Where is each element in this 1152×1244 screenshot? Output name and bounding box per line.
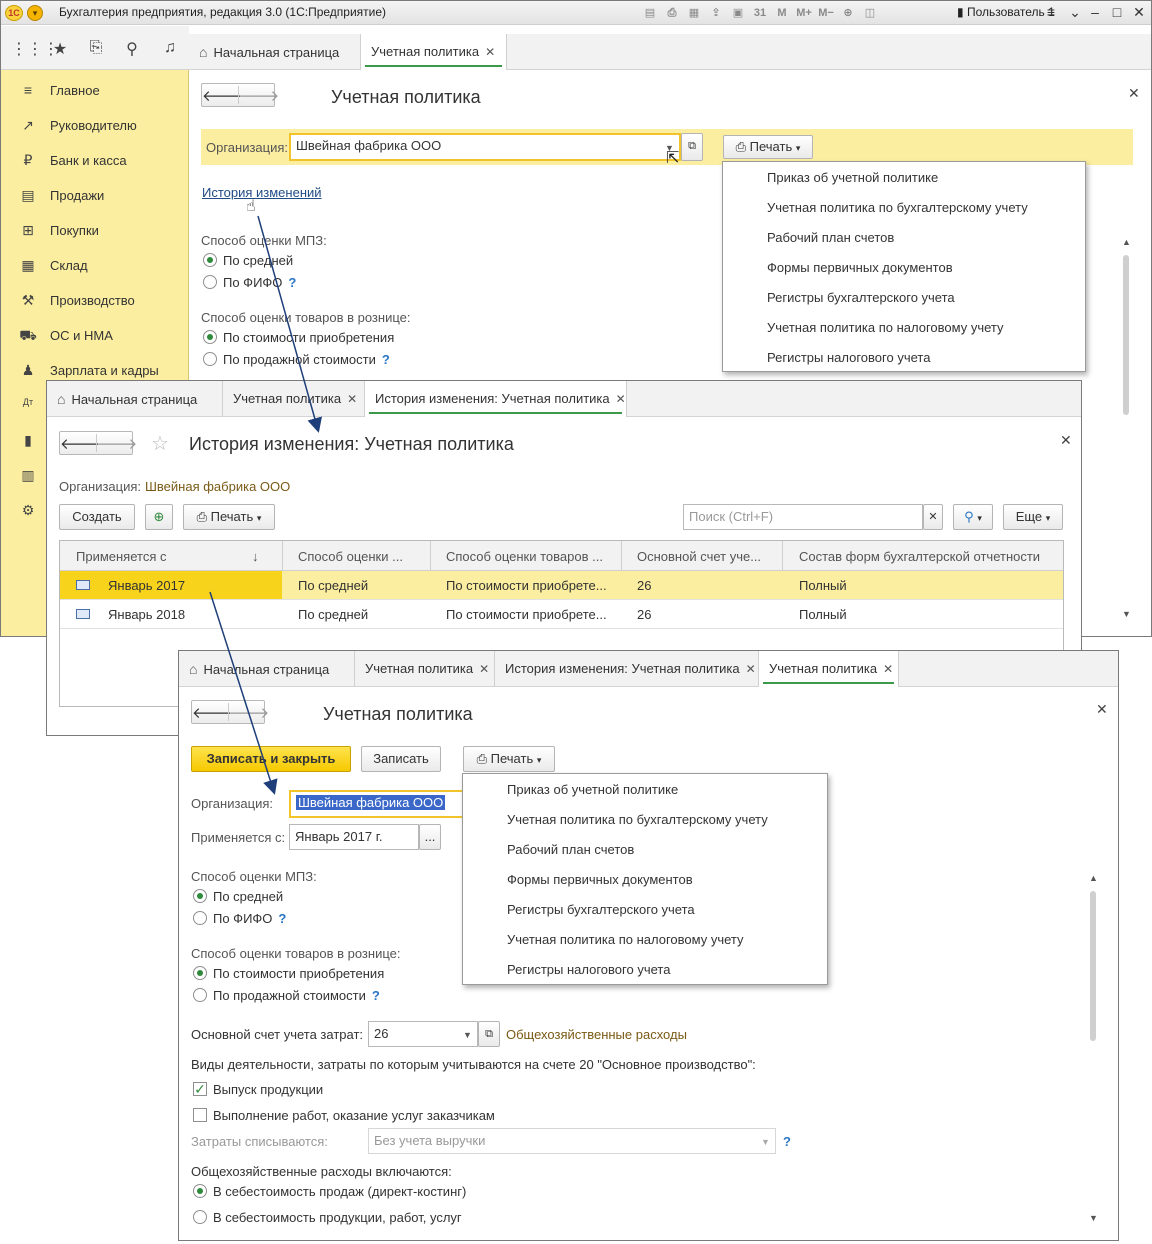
annotation-arrows: [209, 215, 322, 795]
arrow-history-row: [209, 591, 278, 795]
arrow-history-link: [257, 215, 322, 433]
